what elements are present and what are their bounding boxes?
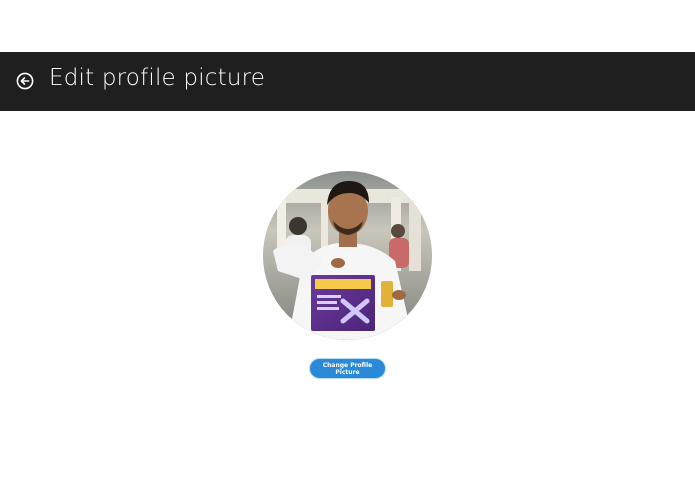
avatar (263, 171, 432, 340)
back-arrow-circle-icon (16, 72, 34, 90)
page: Edit profile picture Change Profile Pict… (0, 0, 695, 494)
page-title: Edit profile picture (49, 65, 266, 91)
header-bar: Edit profile picture (0, 52, 695, 111)
change-profile-picture-button[interactable]: Change Profile Picture (310, 359, 385, 378)
profile-photo (263, 171, 432, 340)
back-button[interactable] (16, 72, 34, 90)
